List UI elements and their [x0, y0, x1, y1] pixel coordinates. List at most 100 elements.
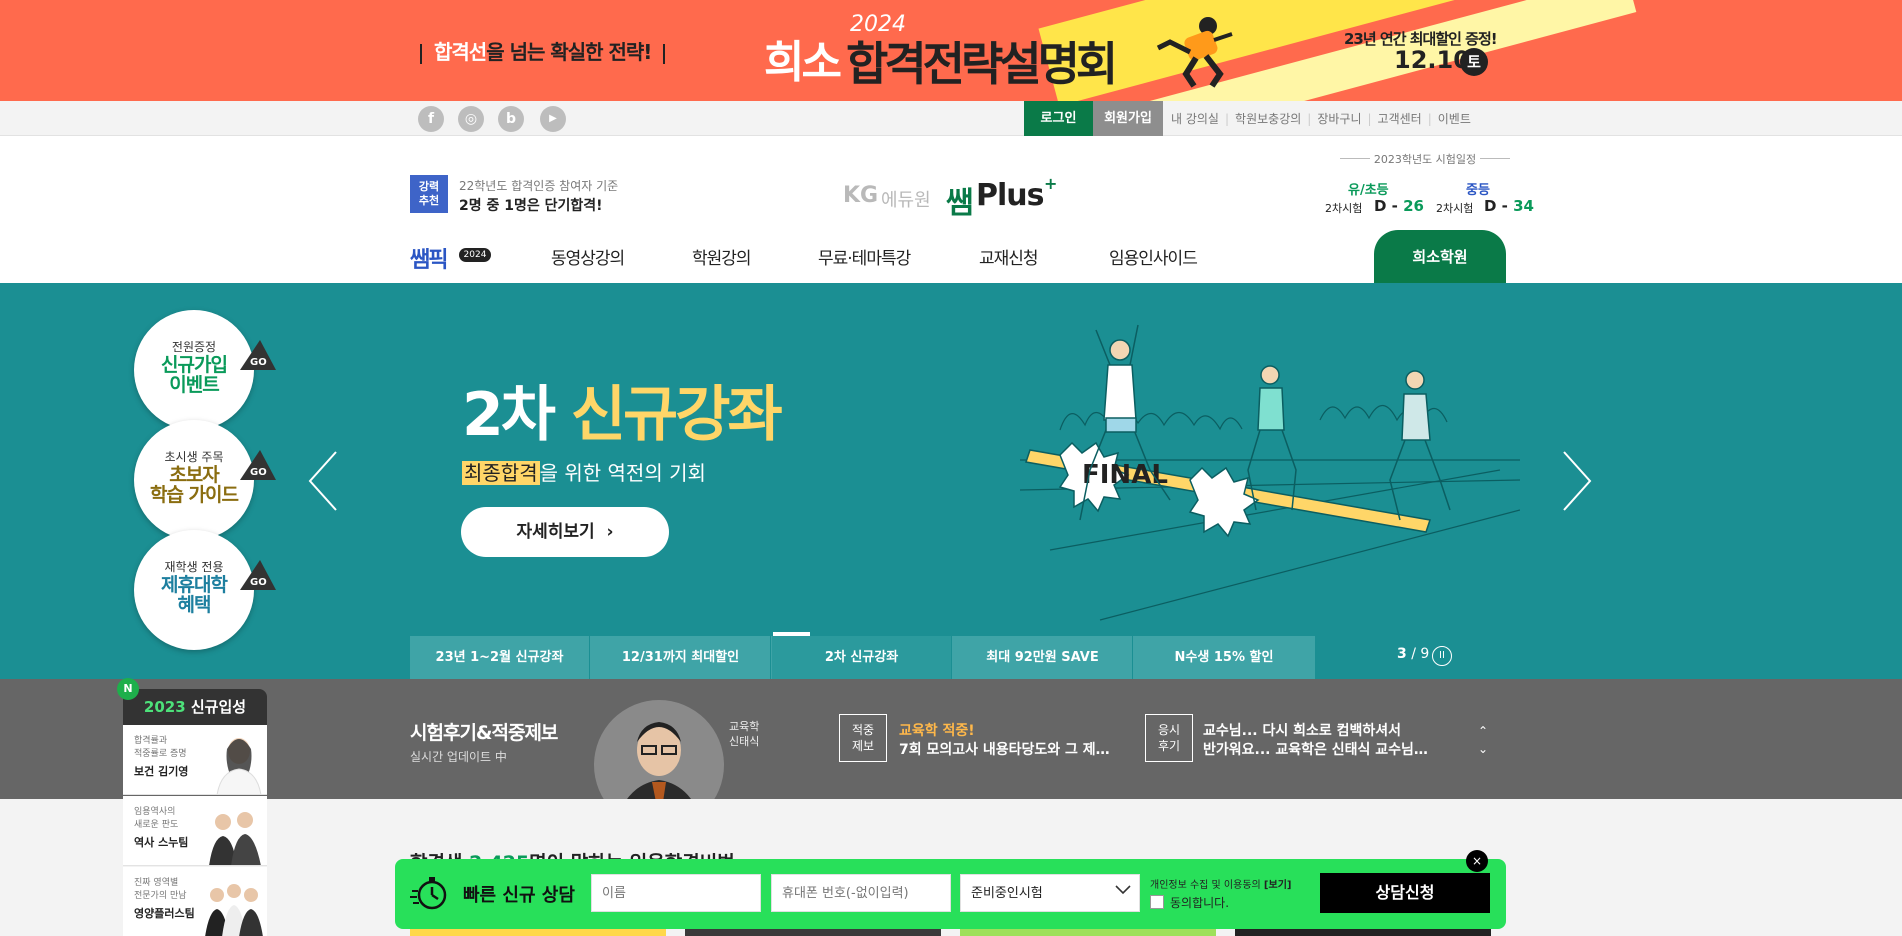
phone-input[interactable]: 휴대폰 번호(-없이입력)	[771, 874, 951, 912]
dday-number: 34	[1513, 197, 1534, 215]
logo-eduone[interactable]: 에듀원	[881, 186, 931, 212]
name-input[interactable]: 이름	[591, 874, 761, 912]
chevron-right-icon: ›	[606, 522, 614, 542]
slogan-bar-right	[663, 43, 666, 64]
agree-label[interactable]: 동의합니다.	[1170, 894, 1229, 911]
util-link-academy-supplement[interactable]: 학원보충강의	[1235, 112, 1301, 126]
chevron-up-icon[interactable]: ⌃	[1478, 724, 1488, 738]
slider-tab-new-jan-feb[interactable]: 23년 1~2월 신규강좌	[410, 636, 590, 679]
review-scroll-controls: ⌃ ⌄	[1478, 722, 1488, 758]
review-title[interactable]: 시험후기&적중제보	[410, 718, 558, 745]
card-small-2: 전문가의 만남	[134, 891, 187, 901]
new-entry-card-health[interactable]: 합격률과 적중률로 증명 보건 김기영	[123, 725, 267, 795]
professor-name: 신태식	[729, 735, 760, 748]
pager-current: 3	[1397, 646, 1407, 662]
new-entry-title: 신규입성	[185, 698, 247, 716]
slider-tab-second-new[interactable]: 2차 신규강좌	[772, 636, 952, 679]
hero-title-white: 2차	[462, 380, 571, 450]
new-badge: N	[117, 678, 139, 700]
banner-title: 합격전략설명회	[846, 37, 1118, 91]
nav-item-textbook-request[interactable]: 교재신청	[979, 244, 1039, 269]
quick-link-beginner-guide[interactable]: 초시생 주목 초보자 학습 가이드	[134, 420, 254, 540]
exam-select[interactable]: 준비중인시험	[960, 874, 1140, 912]
slider-tab-max-discount[interactable]: 12/31까지 최대할인	[591, 636, 771, 679]
hero-subtitle: 최종합격 을 위한 역전의 기회	[462, 457, 706, 486]
review-item-head[interactable]: 교육학 적중!	[899, 720, 975, 740]
util-link-customer-center[interactable]: 고객센터	[1378, 112, 1422, 126]
schedule-elementary-dday: D - 26	[1374, 197, 1424, 215]
review-item-head[interactable]: 교수님... 다시 희소로 컴백하셔서	[1203, 720, 1401, 740]
agree-checkbox[interactable]	[1150, 895, 1164, 909]
quick-link-small: 전원증정	[171, 340, 217, 354]
banner-weekday-badge: 토	[1460, 48, 1488, 76]
banner-brand: 희소	[764, 37, 842, 88]
top-promo-banner[interactable]: 합격선을 넘는 확실한 전략! 희소 2024 합격전략설명회 23년 연간 최…	[0, 0, 1902, 101]
slider-next-arrow-icon[interactable]	[1560, 450, 1594, 512]
ssampick-logo[interactable]: 쌤픽	[410, 242, 449, 274]
close-icon[interactable]: ×	[1466, 850, 1488, 872]
quick-link-partner-university[interactable]: 재학생 전용 제휴대학 혜택	[134, 530, 254, 650]
logo-ssam[interactable]: 쌤	[946, 178, 974, 222]
review-item-body[interactable]: 반가워요... 교육학은 신태식 교수님…	[1203, 739, 1428, 759]
quick-link-small: 재학생 전용	[164, 560, 224, 574]
svg-text:GO: GO	[250, 577, 267, 588]
logo-kg[interactable]: KG	[843, 183, 878, 208]
review-tag-hit: 적중 제보	[839, 714, 887, 762]
nav-item-academy-lectures[interactable]: 학원강의	[692, 244, 752, 269]
slogan-pass-line: 합격선	[434, 40, 487, 64]
review-item-body[interactable]: 7회 모의고사 내용타당도와 그 제…	[899, 739, 1110, 759]
svg-text:GO: GO	[250, 357, 267, 368]
banner-date: 12.10	[1394, 46, 1470, 74]
recommend-badge: 강력 추천	[410, 175, 448, 213]
hero-detail-button[interactable]: 자세히보기 ›	[461, 507, 669, 557]
nav-item-recruitment-inside[interactable]: 임용인사이드	[1109, 244, 1198, 269]
schedule-elementary-head: 유/초등	[1348, 183, 1389, 198]
instructor-photo-icon	[209, 812, 261, 865]
go-arrow-icon[interactable]: GO	[240, 450, 276, 480]
util-link-cart[interactable]: 장바구니	[1317, 112, 1361, 126]
go-arrow-icon[interactable]: GO	[240, 340, 276, 370]
schedule-secondary-head: 중등	[1466, 183, 1490, 198]
slider-tab-n-student[interactable]: N수생 15% 할인	[1134, 636, 1314, 679]
utility-bar	[0, 101, 1902, 136]
youtube-icon[interactable]: ▶	[540, 106, 566, 132]
logo-plus[interactable]: Plus	[976, 178, 1044, 213]
schedule-secondary-label: 2차시험	[1436, 202, 1474, 215]
util-link-my-classroom[interactable]: 내 강의실	[1171, 112, 1219, 126]
quick-link-signup-event[interactable]: 전원증정 신규가입 이벤트	[134, 310, 254, 430]
instructor-photo-icon	[205, 884, 263, 936]
privacy-consent-text: 개인정보 수집 및 이용동의 [보기]	[1150, 876, 1291, 891]
hero-subtitle-rest: 을 위한 역전의 기회	[539, 461, 706, 485]
quick-link-big: 혜택	[177, 594, 212, 616]
privacy-view-link[interactable]: [보기]	[1264, 880, 1292, 891]
consult-submit-button[interactable]: 상담신청	[1320, 873, 1490, 913]
new-entry-card-nutrition[interactable]: 진짜 영역별 전문가의 만남 영양플러스팀	[123, 867, 267, 936]
review-subtitle: 실시간 업데이트 中	[410, 750, 507, 764]
facebook-icon[interactable]: f	[418, 106, 444, 132]
schedule-secondary-dday: D - 34	[1484, 197, 1534, 215]
page: 합격선을 넘는 확실한 전략! 희소 2024 합격전략설명회 23년 연간 최…	[0, 0, 1902, 936]
professor-label: 교육학신태식	[729, 719, 759, 749]
nav-item-free-special[interactable]: 무료·테마특강	[818, 244, 911, 269]
card-name: 역사 스누팀	[134, 836, 189, 849]
recommend-headline[interactable]: 2명 중 1명은 단기합격!	[459, 195, 603, 215]
join-button[interactable]: 회원가입	[1093, 101, 1163, 136]
chevron-down-icon[interactable]: ⌄	[1478, 742, 1488, 756]
slider-tab-save[interactable]: 최대 92만원 SAVE	[953, 636, 1133, 679]
instagram-icon[interactable]: ◎	[458, 106, 484, 132]
professor-subject: 교육학	[729, 720, 760, 733]
new-entry-card-history[interactable]: 임용역사의 새로운 판도 역사 스누팀	[123, 796, 267, 866]
nav-item-video-lectures[interactable]: 동영상강의	[551, 244, 625, 269]
slogan-bar-left	[420, 43, 422, 64]
slider-prev-arrow-icon[interactable]	[306, 450, 340, 512]
login-button[interactable]: 로그인	[1024, 101, 1093, 136]
final-text: FINAL	[1082, 460, 1168, 490]
quick-link-big: 학습 가이드	[149, 484, 239, 506]
pause-icon[interactable]: II	[1432, 646, 1452, 666]
hiso-academy-tab[interactable]: 희소학원	[1374, 230, 1506, 283]
blog-icon[interactable]: b	[498, 106, 524, 132]
util-link-event[interactable]: 이벤트	[1438, 112, 1471, 126]
go-arrow-icon[interactable]: GO	[240, 560, 276, 590]
instructor-photo-icon	[216, 738, 262, 794]
review-tag-exam: 응시 후기	[1145, 714, 1193, 762]
